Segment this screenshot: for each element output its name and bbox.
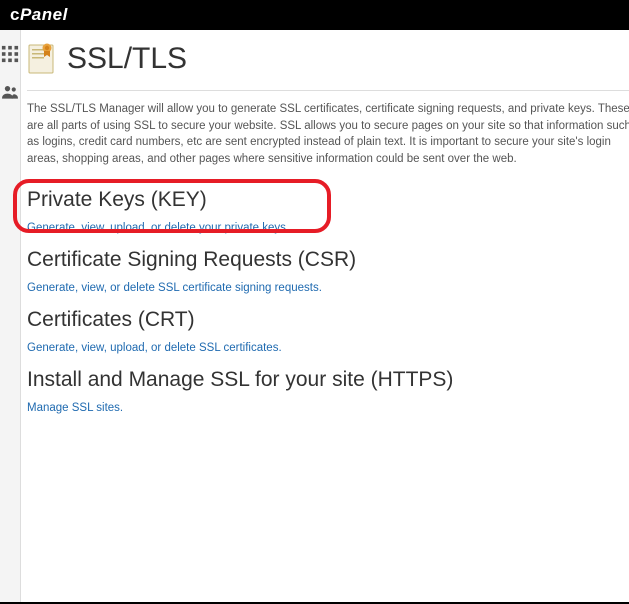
sidebar	[0, 30, 21, 604]
section-csr: Certificate Signing Requests (CSR) Gener…	[21, 246, 629, 306]
section-crt: Certificates (CRT) Generate, view, uploa…	[21, 306, 629, 366]
certificate-icon	[27, 42, 55, 76]
section-install-ssl: Install and Manage SSL for your site (HT…	[21, 366, 629, 426]
brand-logo: cPanel	[10, 5, 68, 25]
section-private-keys: Private Keys (KEY) Generate, view, uploa…	[21, 186, 629, 246]
container: SSL/TLS The SSL/TLS Manager will allow y…	[0, 30, 629, 604]
page-header: SSL/TLS	[27, 42, 629, 91]
page-title: SSL/TLS	[67, 42, 187, 76]
grid-icon[interactable]	[0, 44, 20, 64]
section-title: Install and Manage SSL for your site (HT…	[27, 368, 629, 392]
section-title: Private Keys (KEY)	[27, 188, 629, 212]
section-title: Certificates (CRT)	[27, 308, 629, 332]
section-title: Certificate Signing Requests (CSR)	[27, 248, 629, 272]
topbar: cPanel	[0, 0, 629, 30]
private-keys-link[interactable]: Generate, view, upload, or delete your p…	[27, 222, 289, 234]
users-icon[interactable]	[0, 82, 20, 102]
manage-ssl-link[interactable]: Manage SSL sites.	[27, 402, 123, 414]
main-content: SSL/TLS The SSL/TLS Manager will allow y…	[21, 30, 629, 604]
crt-link[interactable]: Generate, view, upload, or delete SSL ce…	[27, 342, 282, 354]
intro-text: The SSL/TLS Manager will allow you to ge…	[21, 91, 629, 186]
csr-link[interactable]: Generate, view, or delete SSL certificat…	[27, 282, 322, 294]
